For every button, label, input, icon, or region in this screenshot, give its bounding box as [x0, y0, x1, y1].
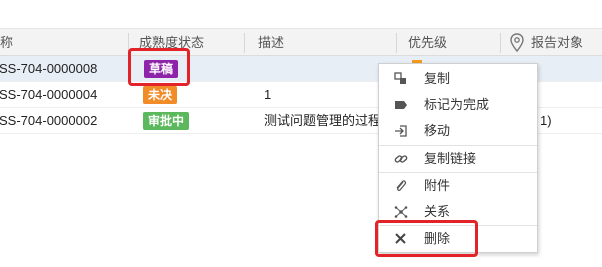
- status-highlight-box: [128, 48, 190, 86]
- column-divider[interactable]: [244, 33, 245, 53]
- copy-icon: [394, 72, 406, 84]
- menu-item-move[interactable]: 移动: [379, 118, 537, 144]
- column-divider[interactable]: [500, 33, 501, 53]
- menu-item-copy-link[interactable]: 复制链接: [379, 146, 537, 172]
- column-header-report-target[interactable]: 报告对象: [531, 35, 583, 51]
- status-badge: 审批中: [143, 112, 190, 130]
- table-header: 称 成熟度状态 描述 优先级 报告对象: [0, 28, 602, 56]
- screen: 称 成熟度状态 描述 优先级 报告对象 SS-704-0000008 草稿 SS…: [0, 0, 602, 267]
- row-description: 1: [264, 87, 272, 102]
- row-description: 测试问题管理的过程: [264, 113, 378, 128]
- column-header-name[interactable]: 称: [0, 35, 13, 51]
- row-id[interactable]: SS-704-0000004: [0, 87, 97, 103]
- menu-item-attachment[interactable]: 附件: [379, 173, 537, 199]
- move-icon: [395, 125, 407, 137]
- menu-item-copy[interactable]: 复制: [379, 66, 537, 92]
- row-trailing-text: 1): [540, 113, 552, 128]
- menu-item-label: 移动: [424, 123, 451, 138]
- column-divider[interactable]: [396, 33, 397, 53]
- menu-item-label: 标记为完成: [424, 97, 490, 112]
- menu-item-label: 关系: [424, 204, 451, 219]
- menu-item-label: 附件: [424, 178, 451, 193]
- status-badge: 未决: [143, 86, 178, 104]
- location-pin-icon: [510, 33, 524, 53]
- tag-icon: [395, 101, 407, 109]
- menu-item-label: 复制: [424, 71, 451, 86]
- paperclip-icon: [396, 180, 407, 191]
- link-icon: [394, 155, 408, 163]
- column-header-description[interactable]: 描述: [258, 35, 284, 51]
- column-header-priority[interactable]: 优先级: [408, 35, 447, 51]
- menu-item-mark-complete[interactable]: 标记为完成: [379, 92, 537, 118]
- relation-icon: [394, 206, 408, 218]
- row-id[interactable]: SS-704-0000008: [0, 61, 97, 77]
- menu-item-label: 复制链接: [424, 151, 477, 166]
- delete-highlight-box: [375, 220, 478, 257]
- row-id[interactable]: SS-704-0000002: [0, 113, 97, 129]
